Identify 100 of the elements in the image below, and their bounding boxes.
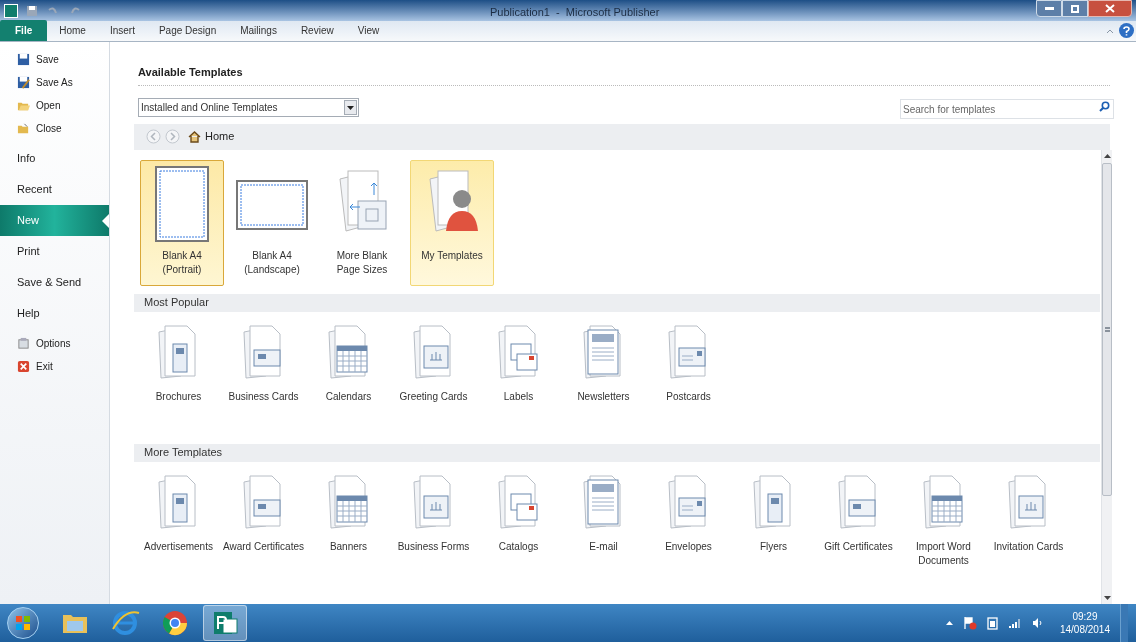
template-label: Brochures <box>155 389 202 404</box>
sidebar-command[interactable]: Save As <box>0 71 109 94</box>
scrollbar-thumb[interactable] <box>1102 163 1112 496</box>
template-label: Gift Certificates <box>824 539 893 554</box>
template-label: Labels <box>503 389 534 404</box>
sidebar-command[interactable]: Close <box>0 117 109 140</box>
sidebar-command[interactable]: Exit <box>0 355 109 378</box>
section-header: Most Popular <box>134 293 1100 312</box>
blank-portrait-page-icon <box>154 164 210 243</box>
breadcrumb-link[interactable]: Home <box>205 128 235 145</box>
clock-time[interactable]: 09:29 <box>1072 610 1098 623</box>
section-header: More Templates <box>134 443 1100 462</box>
template-label: Advertisements <box>144 539 213 554</box>
template-category[interactable]: E-mail <box>561 473 646 568</box>
save-icon[interactable] <box>26 4 38 17</box>
template-label: Business Forms <box>397 539 470 554</box>
template-tile[interactable]: Blank A4 (Landscape) <box>230 159 314 286</box>
sidebar-command[interactable]: Save <box>0 48 109 71</box>
ribbon-tab[interactable]: View <box>345 20 392 41</box>
template-category[interactable]: Newsletters <box>561 323 646 404</box>
start-button[interactable] <box>7 607 39 639</box>
flag-icon[interactable] <box>962 616 977 630</box>
template-label: Envelopes <box>665 539 712 554</box>
template-category[interactable]: Envelopes <box>646 473 731 568</box>
sidebar-command[interactable]: Options <box>0 332 109 355</box>
app-logo-icon <box>4 3 18 18</box>
four-squares-icon <box>15 615 31 631</box>
search-field[interactable]: Search for templates <box>900 99 1114 119</box>
close-button[interactable] <box>1088 0 1132 17</box>
window-title: Publication1 - Microsoft Publisher <box>490 5 660 20</box>
template-label: More Blank Page Sizes <box>335 248 389 277</box>
template-label: Invitation Cards <box>993 539 1064 554</box>
folder-icon <box>17 122 30 135</box>
template-category[interactable]: Brochures <box>136 323 221 404</box>
template-category[interactable]: Business Cards <box>221 323 306 404</box>
template-label: Blank A4 (Portrait) <box>161 248 203 277</box>
template-category[interactable]: Business Forms <box>391 473 476 568</box>
document-icon <box>17 337 30 350</box>
template-source-dropdown[interactable]: Installed and Online Templates <box>138 98 359 117</box>
template-label: Calendars <box>325 389 372 404</box>
template-category[interactable]: Gift Certificates <box>816 473 901 568</box>
ribbon-tab[interactable]: Home <box>47 20 98 41</box>
ribbon-tab[interactable]: Page Design <box>146 20 229 41</box>
home-icon <box>188 130 201 143</box>
template-label: Newsletters <box>577 389 630 404</box>
template-category[interactable]: Advertisements <box>136 473 221 568</box>
template-tile[interactable]: My Templates <box>410 159 494 286</box>
sidebar-page-tab[interactable]: Info <box>0 143 109 174</box>
close-icon <box>17 360 30 373</box>
help-icon[interactable] <box>1119 23 1134 38</box>
search-icon[interactable] <box>1099 100 1110 112</box>
collapse-ribbon-icon[interactable] <box>1106 29 1114 34</box>
template-tile[interactable]: More Blank Page Sizes <box>320 159 404 286</box>
save-icon <box>17 53 30 66</box>
scroll-up-icon[interactable] <box>1103 154 1111 158</box>
taskbar-button[interactable] <box>203 605 247 641</box>
template-category[interactable]: Award Certificates <box>221 473 306 568</box>
template-label: Business Cards <box>228 389 299 404</box>
close-icon <box>1105 4 1115 13</box>
sidebar-page-tab[interactable]: Save & Send <box>0 267 109 298</box>
template-label: My Templates <box>420 248 484 263</box>
template-category[interactable]: Banners <box>306 473 391 568</box>
ribbon-tab[interactable]: Mailings <box>228 20 289 41</box>
vertical-scrollbar[interactable] <box>1101 150 1112 604</box>
show-hidden-icons-icon[interactable] <box>945 621 953 625</box>
template-label: Catalogs <box>498 539 539 554</box>
template-tile[interactable]: Blank A4 (Portrait) <box>140 159 224 286</box>
template-label: Flyers <box>759 539 788 554</box>
template-label: E-mail <box>589 539 618 554</box>
clock-date[interactable]: 14/08/2014 <box>1059 623 1110 636</box>
sidebar-command[interactable]: Open <box>0 94 109 117</box>
signal-icon[interactable] <box>1008 618 1022 628</box>
battery-icon[interactable] <box>986 616 999 630</box>
template-label: Greeting Cards <box>399 389 468 404</box>
sidebar-page-tab[interactable]: New <box>0 205 109 236</box>
template-category[interactable]: Import Word Documents <box>901 473 986 568</box>
template-category[interactable]: Labels <box>476 323 561 404</box>
sidebar-page-tab[interactable]: Help <box>0 298 109 329</box>
template-category[interactable]: Invitation Cards <box>986 473 1071 568</box>
template-category[interactable]: Greeting Cards <box>391 323 476 404</box>
minimize-button[interactable] <box>1036 0 1062 17</box>
template-label: Award Certificates <box>223 539 304 554</box>
ribbon-tab[interactable]: Insert <box>97 20 147 41</box>
template-label: Import Word Documents <box>915 539 972 568</box>
speaker-icon[interactable] <box>1031 617 1044 629</box>
template-category[interactable]: Postcards <box>646 323 731 404</box>
sidebar-page-tab[interactable]: Print <box>0 236 109 267</box>
template-category[interactable]: Calendars <box>306 323 391 404</box>
template-label: Postcards <box>666 389 711 404</box>
ribbon-tab[interactable]: Review <box>288 20 346 41</box>
sidebar-page-tab[interactable]: Recent <box>0 174 109 205</box>
template-label: Banners <box>329 539 368 554</box>
template-label: Blank A4 (Landscape) <box>243 248 301 277</box>
section-heading: Available Templates <box>138 64 1110 86</box>
template-category[interactable]: Catalogs <box>476 473 561 568</box>
ribbon-tab[interactable]: File <box>0 20 48 41</box>
dropdown-arrow-icon <box>347 105 354 110</box>
scroll-down-icon[interactable] <box>1103 596 1111 600</box>
template-category[interactable]: Flyers <box>731 473 816 568</box>
restore-button[interactable] <box>1062 0 1088 17</box>
